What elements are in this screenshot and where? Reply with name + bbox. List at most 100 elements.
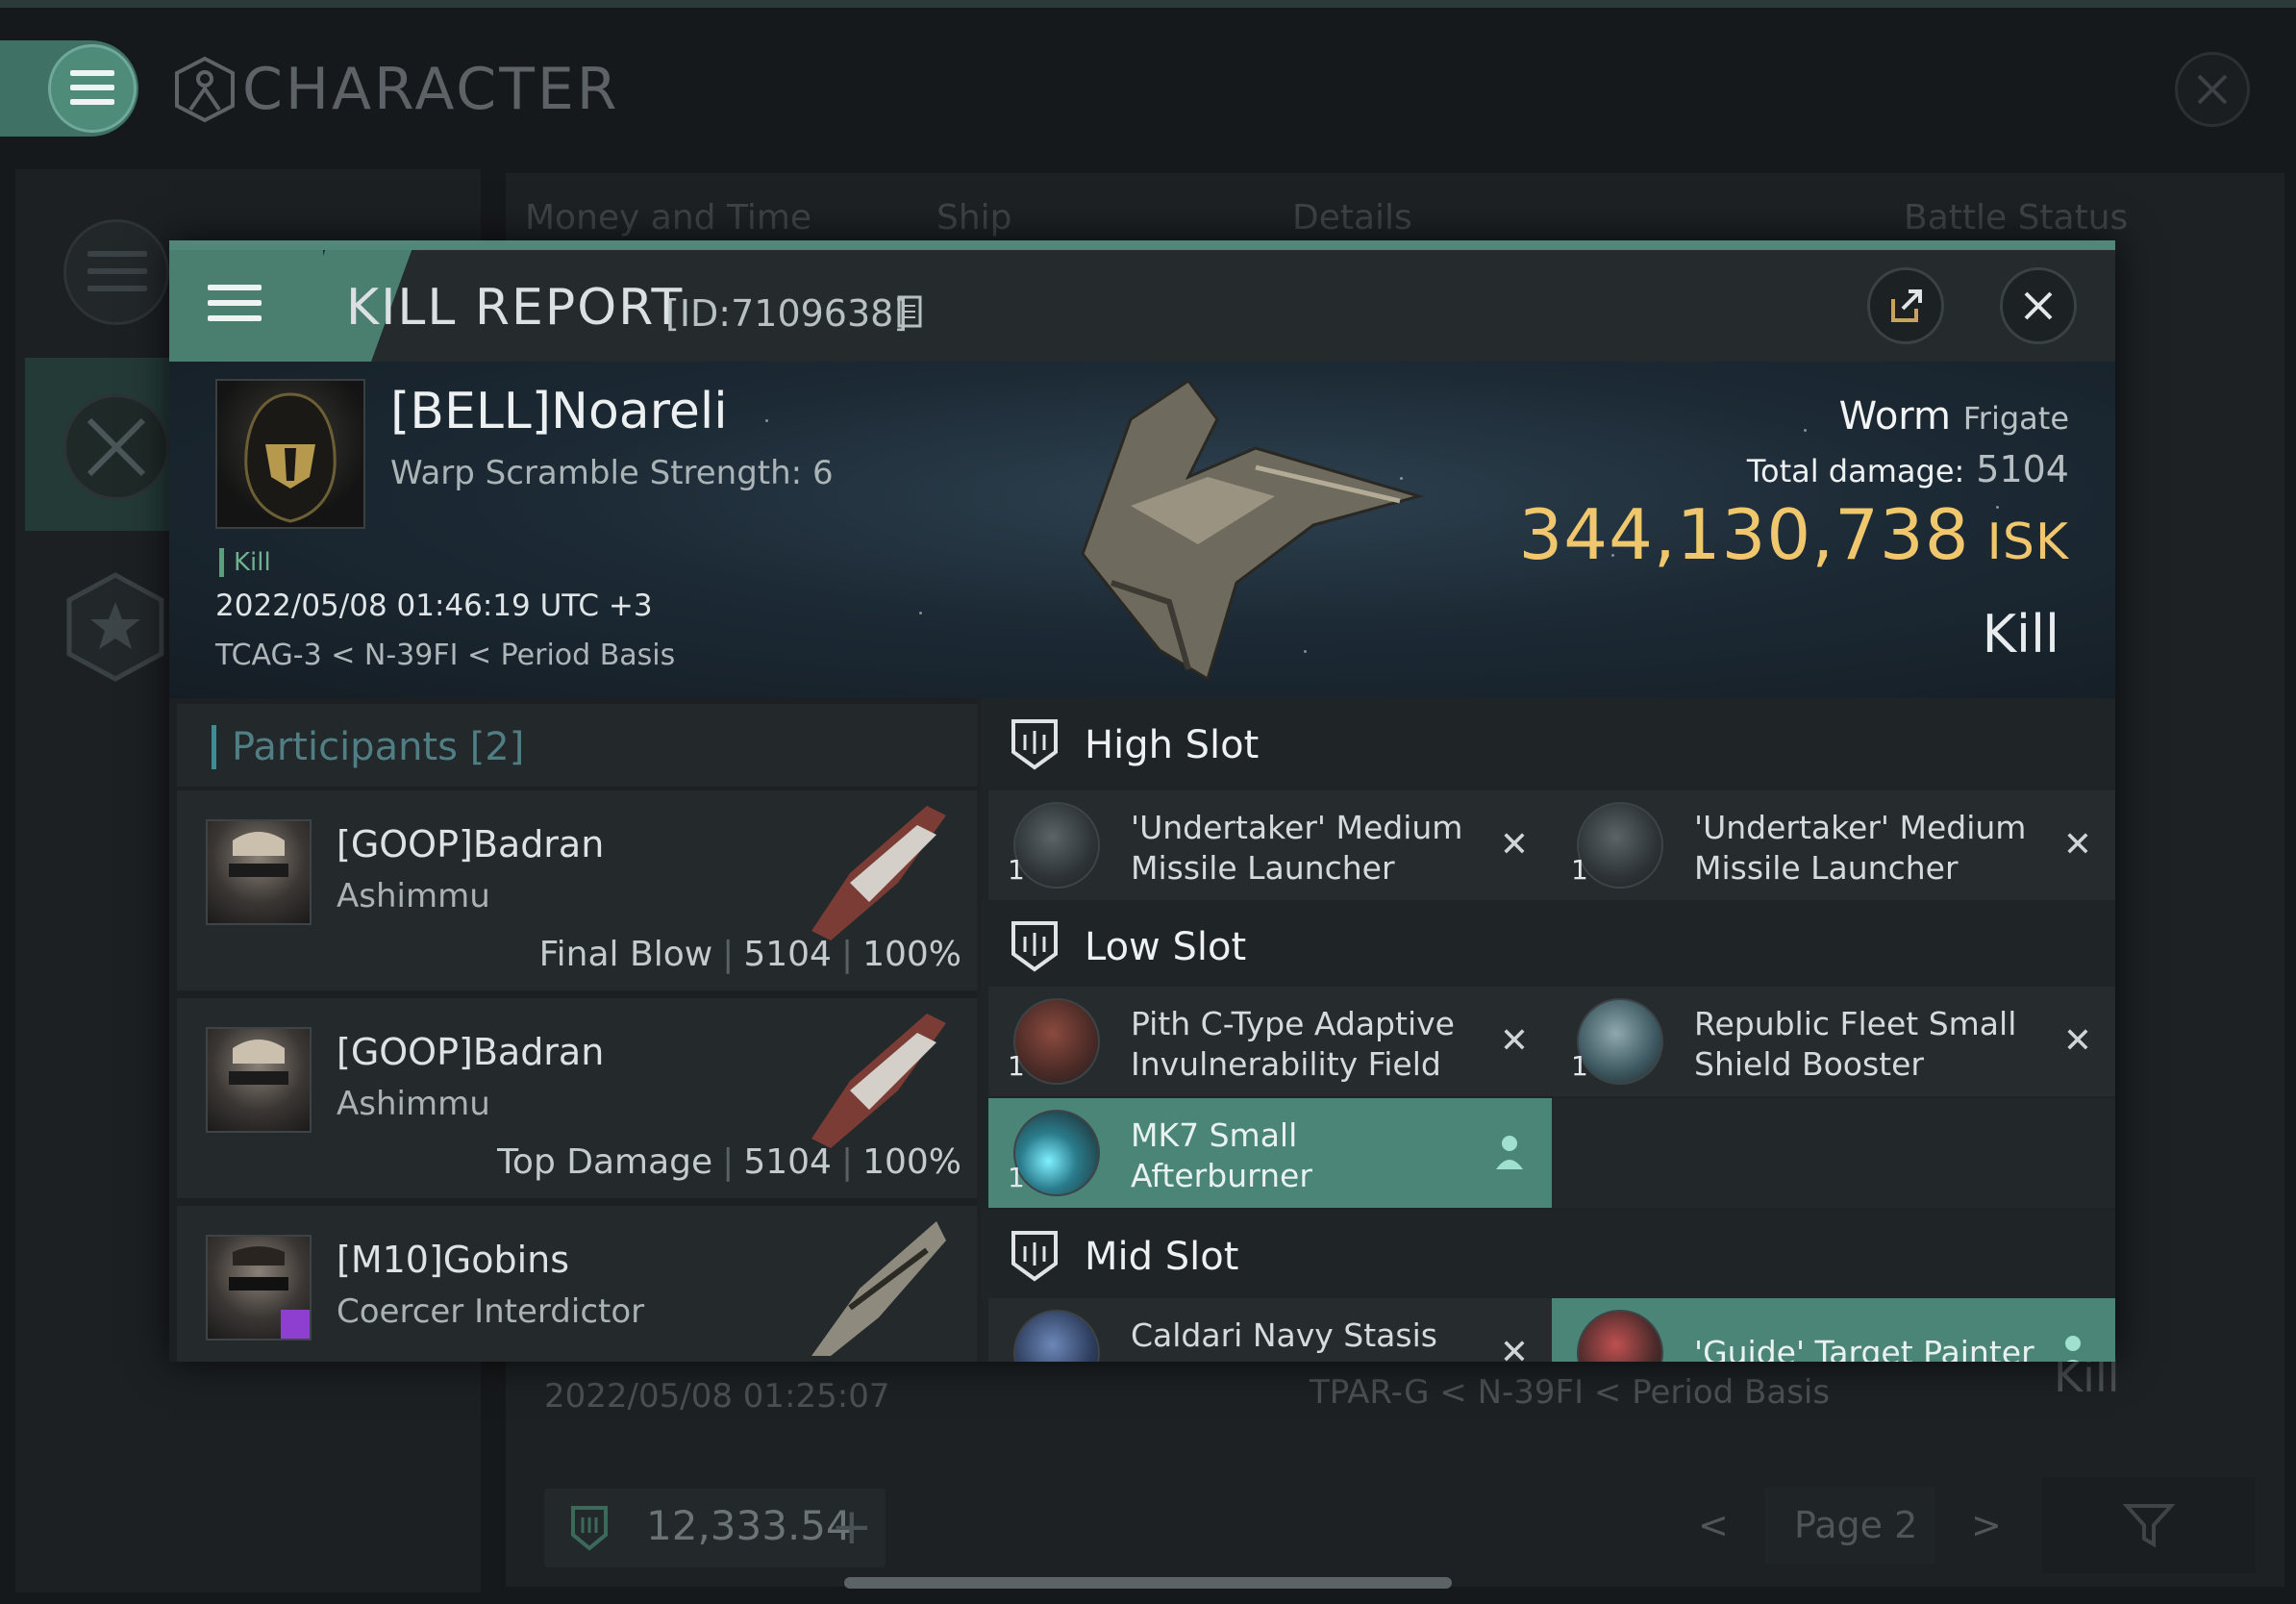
tag-icon	[281, 1310, 310, 1339]
window-close-button[interactable]	[2175, 52, 2250, 127]
stasis-webifier-icon	[1013, 1310, 1100, 1362]
participant-damage: 5104	[743, 1142, 832, 1182]
bg-row-location: TPAR-G < N-39FI < Period Basis	[1310, 1373, 1831, 1412]
module-name: Pith C-Type Adaptive Invulnerability Fie…	[1131, 1005, 1455, 1083]
module-quantity: 1	[1571, 854, 1588, 886]
participant-ship-image	[811, 1221, 946, 1356]
module-name: Republic Fleet Small Shield Booster	[1694, 1005, 2017, 1083]
low-slot-label: Low Slot	[1085, 925, 1247, 969]
participant-portrait	[206, 1235, 312, 1341]
afterburner-icon	[1013, 1110, 1100, 1196]
fitting-module[interactable]: 1 'Undertaker' Medium Missile Launcher ✕	[1552, 790, 2115, 900]
col-battle-status[interactable]: Battle Status	[1904, 198, 2128, 238]
kill-status: Kill	[1982, 604, 2059, 664]
menu-icon	[70, 70, 114, 105]
fitting-module[interactable]: 'Guide' Target Painter	[1552, 1298, 2115, 1362]
mid-slot-label: Mid Slot	[1085, 1235, 1239, 1279]
participant-ship-image	[811, 1014, 946, 1148]
participant-stats: Top Damage | 5104 | 100%	[497, 1142, 961, 1182]
next-page-button[interactable]: >	[1971, 1504, 2002, 1546]
missile-launcher-icon	[1013, 802, 1100, 889]
fitting-module[interactable]: 1 'Undertaker' Medium Missile Launcher ✕	[988, 790, 1552, 900]
module-quantity: 1	[1571, 1050, 1588, 1082]
module-name: 'Guide' Target Painter	[1694, 1334, 2034, 1362]
victim-ship-image[interactable]	[967, 362, 1506, 698]
participant-percent: 100%	[862, 1142, 961, 1182]
add-icon[interactable]: +	[831, 1498, 873, 1556]
module-name: MK7 Small Afterburner	[1131, 1116, 1312, 1194]
fitting-module[interactable]: 1 Republic Fleet Small Shield Booster ✕	[1552, 987, 2115, 1096]
participants-count: [2]	[469, 725, 525, 769]
slot-shield-icon	[1011, 921, 1058, 972]
participant-row[interactable]: [GOOP]Badran Ashimmu Top Damage | 5104 | 100…	[177, 998, 977, 1198]
kill-datetime: 2022/05/08 01:46:19 UTC +3	[215, 589, 653, 623]
filter-button[interactable]	[2042, 1477, 2256, 1573]
participants-header: Participants [2]	[177, 704, 977, 787]
modal-menu-button[interactable]	[169, 250, 323, 362]
side-nav-combat[interactable]	[25, 358, 179, 531]
fitting-module[interactable]: 1 MK7 Small Afterburner	[988, 1098, 1552, 1208]
high-slot-header: High Slot	[981, 698, 2115, 790]
main-menu-button[interactable]	[0, 40, 138, 137]
victim-portrait[interactable]	[215, 379, 365, 529]
crossed-swords-icon	[87, 417, 146, 477]
page-label: Page 2	[1794, 1504, 1918, 1546]
destroyed-icon: ✕	[1499, 1021, 1529, 1061]
high-slot-label: High Slot	[1085, 723, 1260, 767]
victim-ship-class: Frigate	[1962, 400, 2069, 437]
modal-accent-bar	[169, 240, 2115, 250]
fitting-module[interactable]: Caldari Navy Stasis ✕	[988, 1298, 1552, 1362]
top-strip	[0, 0, 2296, 8]
victim-ship[interactable]: Worm Frigate	[1839, 394, 2069, 439]
victim-name[interactable]: [BELL]Noareli	[390, 383, 728, 440]
share-icon	[1891, 289, 1922, 322]
col-details[interactable]: Details	[1292, 198, 1412, 238]
participant-row[interactable]: [M10]Gobins Coercer Interdictor	[177, 1206, 977, 1362]
participant-damage: 5104	[743, 935, 832, 974]
side-nav-list[interactable]	[25, 183, 179, 356]
col-ship[interactable]: Ship	[936, 198, 1012, 238]
share-button[interactable]	[1867, 267, 1944, 344]
participant-name: [GOOP]Badran	[337, 1031, 605, 1073]
destroyed-icon: ✕	[2062, 825, 2092, 865]
close-icon	[2024, 291, 2053, 320]
participant-role: Final Blow	[538, 935, 713, 974]
victim-banner: [BELL]Noareli Warp Scramble Strength: 6 …	[169, 362, 2115, 698]
side-nav-favorites[interactable]	[25, 537, 179, 710]
module-quantity: 1	[1008, 1050, 1025, 1082]
participant-portrait	[206, 1027, 312, 1133]
participant-percent: 100%	[862, 935, 961, 974]
prev-page-button[interactable]: <	[1698, 1504, 1729, 1546]
copy-icon[interactable]	[896, 294, 923, 329]
participants-title: Participants [2]	[212, 725, 524, 769]
empty-slot	[1552, 1098, 2115, 1208]
participant-row[interactable]: [GOOP]Badran Ashimmu Final Blow | 5104 | 100…	[177, 790, 977, 990]
participant-ship: Coercer Interdictor	[337, 1292, 645, 1331]
total-damage: Total damage: 5104	[1747, 448, 2069, 490]
participant-ship-image	[811, 806, 946, 940]
wallet-icon	[571, 1506, 608, 1551]
participant-role: Top Damage	[497, 1142, 713, 1182]
filter-icon	[2123, 1504, 2175, 1548]
modal-close-button[interactable]	[2000, 267, 2077, 344]
character-icon	[175, 56, 235, 123]
horizontal-scrollbar[interactable]	[844, 1577, 1452, 1589]
module-name: Caldari Navy Stasis	[1131, 1316, 1437, 1354]
menu-icon	[208, 285, 262, 321]
destroyed-icon: ✕	[1499, 825, 1529, 865]
window-title: CHARACTER	[242, 56, 620, 123]
wallet-value: 12,333.54	[646, 1502, 852, 1549]
col-money-time[interactable]: Money and Time	[525, 198, 811, 238]
dropped-person-icon	[1496, 1136, 1523, 1169]
destroyed-icon: ✕	[2062, 1021, 2092, 1061]
fitting-module[interactable]: 1 Pith C-Type Adaptive Invulnerability F…	[988, 987, 1552, 1096]
low-slot-header: Low Slot	[981, 900, 2115, 992]
participant-portrait	[206, 819, 312, 925]
module-name: 'Undertaker' Medium Missile Launcher	[1694, 809, 2027, 887]
mid-slot-header: Mid Slot	[981, 1210, 2115, 1302]
modal-title: KILL REPORT	[346, 279, 685, 337]
kill-location[interactable]: TCAG-3 < N-39FI < Period Basis	[215, 639, 675, 672]
total-damage-label: Total damage:	[1746, 453, 1965, 489]
victim-ship-name: Worm	[1838, 394, 1951, 439]
slot-shield-icon	[1011, 1231, 1058, 1282]
